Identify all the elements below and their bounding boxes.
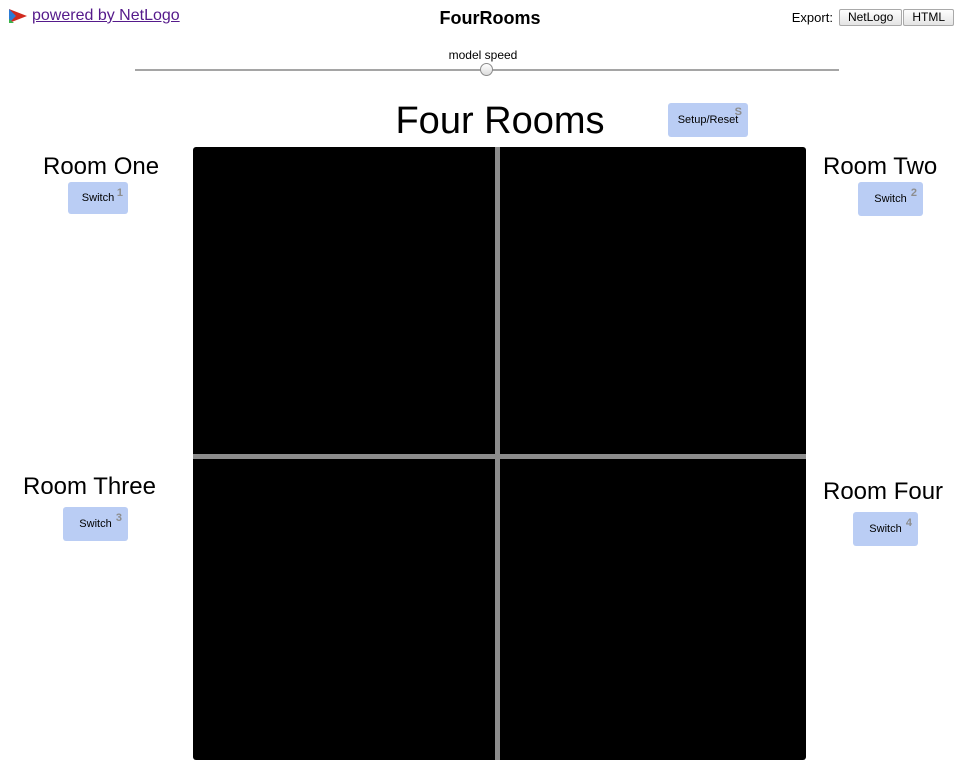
setup-reset-label: Setup/Reset xyxy=(677,114,739,126)
world-view[interactable] xyxy=(193,147,806,760)
room-three-switch-button[interactable]: Switch 3 xyxy=(63,507,128,541)
export-html-button[interactable]: HTML xyxy=(903,9,954,26)
switch-label: Switch xyxy=(869,523,902,535)
model-title: FourRooms xyxy=(439,8,541,28)
switch-label: Switch xyxy=(79,518,112,530)
room-two-switch-button[interactable]: Switch 2 xyxy=(858,182,923,216)
netlogo-logo-icon xyxy=(8,7,28,25)
speed-slider-thumb[interactable] xyxy=(480,63,493,76)
setup-hotkey: S xyxy=(734,106,742,118)
room-one-label: Room One xyxy=(43,153,160,180)
hotkey-4: 4 xyxy=(905,517,912,529)
switch-label: Switch xyxy=(81,192,115,204)
room-four-label: Room Four xyxy=(823,478,944,505)
room-one-switch-button[interactable]: Switch 1 xyxy=(68,182,128,214)
room-four-switch-button[interactable]: Switch 4 xyxy=(853,512,918,546)
export-bar: Export: NetLogo HTML xyxy=(792,9,954,26)
powered-by-link[interactable]: powered by NetLogo xyxy=(32,7,180,25)
powered-by[interactable]: powered by NetLogo xyxy=(8,7,180,25)
switch-label: Switch xyxy=(874,193,907,205)
main-title: Four Rooms xyxy=(395,100,605,142)
setup-reset-button[interactable]: Setup/Reset S xyxy=(668,103,748,137)
horizontal-wall xyxy=(193,454,806,459)
export-netlogo-button[interactable]: NetLogo xyxy=(838,9,903,26)
room-two-label: Room Two xyxy=(823,153,938,180)
export-label: Export: xyxy=(791,10,833,25)
hotkey-1: 1 xyxy=(116,187,123,199)
hotkey-2: 2 xyxy=(910,187,917,199)
speed-label: model speed xyxy=(448,48,518,62)
hotkey-3: 3 xyxy=(115,512,122,524)
room-three-label: Room Three xyxy=(23,473,156,500)
